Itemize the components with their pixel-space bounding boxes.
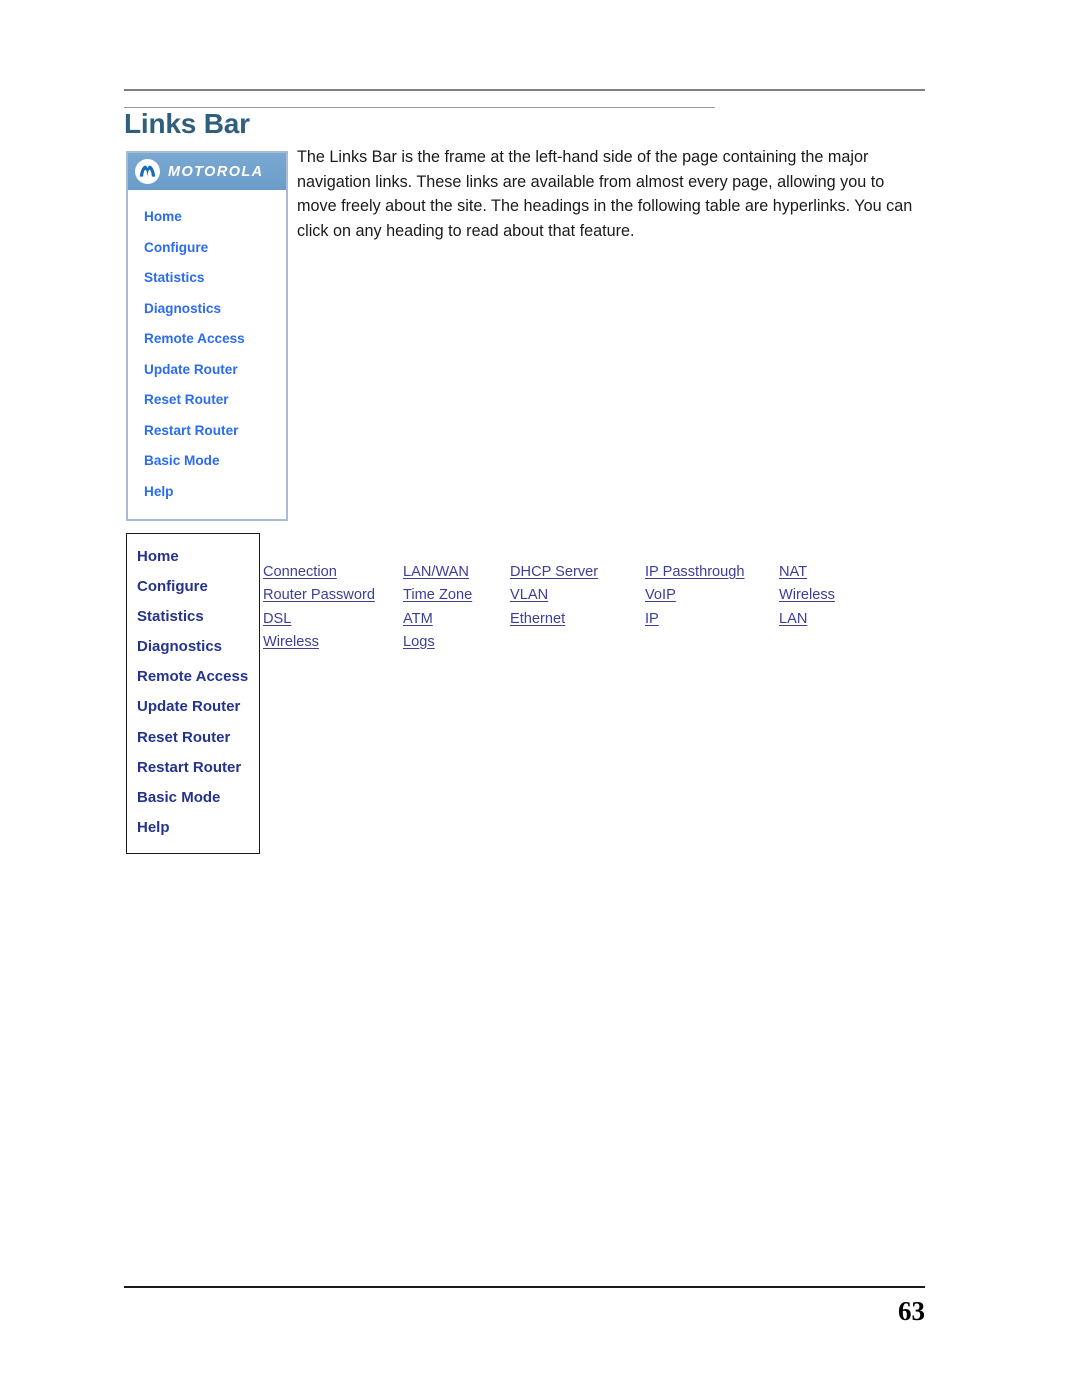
link-connection[interactable]: Connection: [263, 564, 403, 580]
links-bar-screenshot: MOTOROLA Home Configure Statistics Diagn…: [126, 151, 288, 521]
sidebar-item-statistics[interactable]: Statistics: [144, 263, 286, 294]
link-time-zone[interactable]: Time Zone: [403, 587, 510, 603]
page-number: 63: [898, 1296, 925, 1326]
link-dhcp-server[interactable]: DHCP Server: [510, 564, 645, 580]
header-rule-top: [124, 89, 925, 91]
link-wireless-config[interactable]: Wireless: [779, 587, 899, 603]
links-bar-header: MOTOROLA: [128, 153, 286, 190]
sidebar-item-remote-access[interactable]: Remote Access: [144, 324, 286, 355]
heading-diagnostics[interactable]: Diagnostics: [137, 632, 259, 662]
link-lan[interactable]: LAN: [779, 611, 899, 627]
heading-basic-mode[interactable]: Basic Mode: [137, 783, 259, 813]
reference-headings-column: Home Configure Statistics Diagnostics Re…: [126, 533, 260, 854]
heading-statistics[interactable]: Statistics: [137, 602, 259, 632]
sidebar-item-basic-mode[interactable]: Basic Mode: [144, 446, 286, 477]
link-dsl[interactable]: DSL: [263, 611, 403, 627]
table-row: Wireless Logs: [263, 634, 899, 657]
sidebar-item-reset-router[interactable]: Reset Router: [144, 385, 286, 416]
heading-help[interactable]: Help: [137, 813, 259, 843]
heading-home[interactable]: Home: [137, 542, 259, 572]
link-router-password[interactable]: Router Password: [263, 587, 403, 603]
heading-reset-router[interactable]: Reset Router: [137, 723, 259, 753]
link-ip-passthrough[interactable]: IP Passthrough: [645, 564, 779, 580]
heading-restart-router[interactable]: Restart Router: [137, 753, 259, 783]
link-wireless-stats[interactable]: Wireless: [263, 634, 403, 650]
heading-update-router[interactable]: Update Router: [137, 692, 259, 722]
sidebar-item-diagnostics[interactable]: Diagnostics: [144, 294, 286, 325]
links-bar-nav: Home Configure Statistics Diagnostics Re…: [128, 190, 286, 519]
page-title: Links Bar: [124, 108, 250, 139]
link-nat[interactable]: NAT: [779, 564, 899, 580]
link-lan-wan[interactable]: LAN/WAN: [403, 564, 510, 580]
link-vlan[interactable]: VLAN: [510, 587, 645, 603]
intro-paragraph: The Links Bar is the frame at the left-h…: [297, 148, 913, 240]
footer-rule: [124, 1286, 925, 1288]
heading-configure[interactable]: Configure: [137, 572, 259, 602]
table-row: Router Password Time Zone VLAN VoIP Wire…: [263, 587, 899, 610]
link-ip[interactable]: IP: [645, 611, 779, 627]
motorola-batwing-icon: [135, 159, 160, 184]
heading-remote-access[interactable]: Remote Access: [137, 662, 259, 692]
sidebar-item-restart-router[interactable]: Restart Router: [144, 416, 286, 447]
motorola-wordmark: MOTOROLA: [168, 163, 264, 180]
table-row: DSL ATM Ethernet IP LAN: [263, 611, 899, 634]
table-row: Connection LAN/WAN DHCP Server IP Passth…: [263, 564, 899, 587]
sidebar-item-help[interactable]: Help: [144, 477, 286, 508]
sidebar-item-home[interactable]: Home: [144, 202, 286, 233]
link-ethernet[interactable]: Ethernet: [510, 611, 645, 627]
link-atm[interactable]: ATM: [403, 611, 510, 627]
reference-links-grid: Connection LAN/WAN DHCP Server IP Passth…: [263, 564, 899, 657]
link-logs[interactable]: Logs: [403, 634, 510, 650]
sidebar-item-update-router[interactable]: Update Router: [144, 355, 286, 386]
link-voip[interactable]: VoIP: [645, 587, 779, 603]
sidebar-item-configure[interactable]: Configure: [144, 233, 286, 264]
